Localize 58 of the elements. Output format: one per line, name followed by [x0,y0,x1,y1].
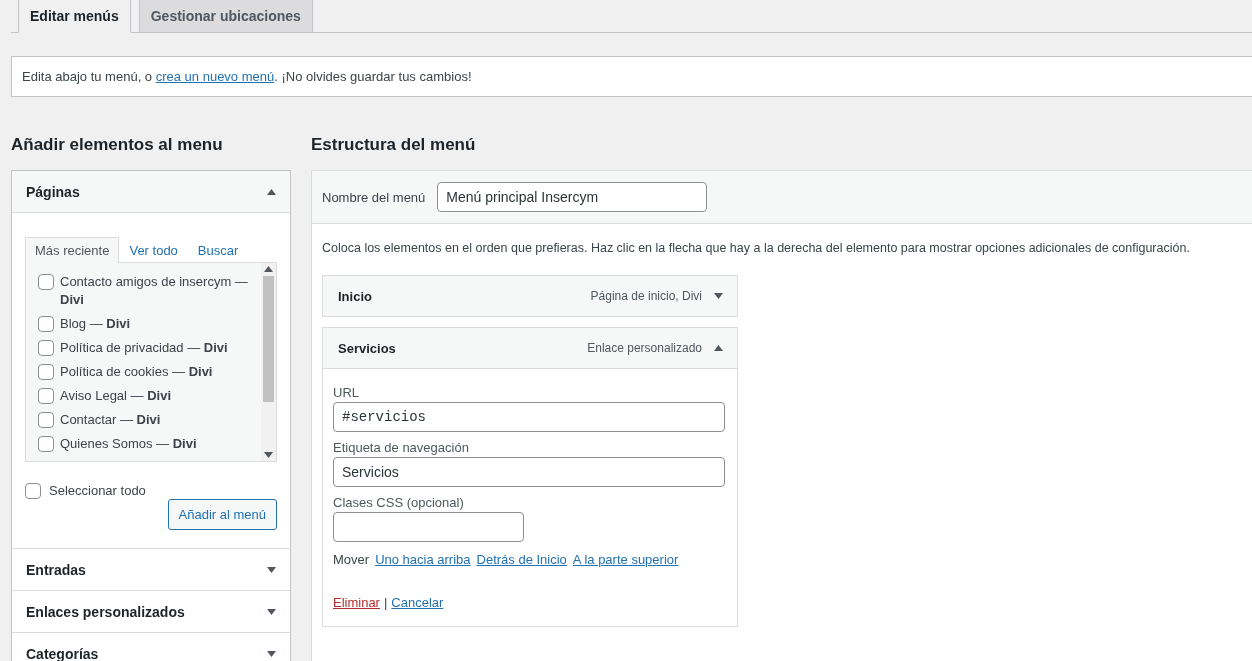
move-link[interactable]: Detrás de Inicio [476,552,567,567]
move-link[interactable]: A la parte superior [572,552,679,567]
separator: | [383,595,388,610]
checkbox[interactable] [38,364,54,380]
delete-link[interactable]: Eliminar [333,595,380,610]
sub-tab[interactable]: Más reciente [25,237,120,263]
page-label: Aviso Legal — Divi [60,387,172,405]
field-label: Etiqueta de navegación [333,440,470,455]
input-field[interactable] [333,512,524,542]
cancel-link[interactable]: Cancelar [391,595,444,610]
menu-item-type: Página de inicio, Divi [590,289,702,303]
section-heading: Estructura del menú [311,135,477,155]
page-label: Política de cookies — Divi [60,363,213,381]
expand-arrow-icon [714,293,723,299]
checkbox[interactable] [25,483,41,499]
add-to-menu-button[interactable]: Añadir al menú [167,499,277,530]
toggle-button[interactable] [714,293,723,299]
collapse-arrow-icon [714,345,723,351]
page-label: Quienes Somos — Divi [60,435,197,453]
page-label: Blog — Divi [60,315,131,333]
checkbox[interactable] [38,340,54,356]
field-label: Clases CSS (opcional) [333,495,465,510]
menu-item-title: Inicio [338,288,373,304]
sub-tab[interactable]: Buscar [187,237,249,263]
scrollbar[interactable] [261,263,276,461]
expand-arrow-icon [267,608,276,615]
checkbox[interactable] [38,388,54,404]
page-label: Política de privacidad — Divi [60,339,228,357]
instructions-text: Coloca los elementos en el orden que prefieras. Haz clic en la flecha que hay a la derecha del elemento para mostrar opciones adicionales de configuración. [322,241,1191,255]
collapse-arrow-icon [267,188,276,195]
accordion-header[interactable]: Páginas [12,171,290,213]
checkbox[interactable] [38,436,54,452]
move-label: Mover [333,552,370,567]
tab[interactable]: Editar menús [18,0,131,33]
checkbox[interactable] [38,412,54,428]
menu-item-title: Servicios [338,340,397,356]
move-link[interactable]: Uno hacia arriba [375,552,471,567]
page-label: Contacto amigos de insercym — Divi [60,273,249,309]
scroll-up-arrow-icon [264,266,273,272]
sub-tab[interactable]: Ver todo [119,237,188,263]
menu-name-label: Nombre del menú [322,189,426,205]
expand-arrow-icon [267,650,276,657]
page-label: Contactar — Divi [60,411,161,429]
accordion-header[interactable]: Categorías [12,632,290,661]
tab[interactable]: Gestionar ubicaciones [138,0,313,32]
menu-item-type: Enlace personalizado [587,341,702,355]
toggle-button[interactable] [714,345,723,351]
input-field[interactable]: #servicios [333,402,725,432]
select-all-label: Seleccionar todo [49,483,146,498]
checkbox[interactable] [38,274,54,290]
field-label: URL [333,385,360,400]
input-field[interactable]: Servicios [333,457,725,487]
scroll-down-arrow-icon [264,452,273,458]
menu-name-field[interactable]: Menú principal Insercym [437,182,708,212]
expand-arrow-icon [267,566,276,573]
section-heading: Añadir elementos al menu [11,135,224,155]
checkbox[interactable] [38,316,54,332]
notice-message: Edita abajo tu menú, o crea un nuevo menú. ¡No olvides guardar tus cambios! [11,56,1252,97]
